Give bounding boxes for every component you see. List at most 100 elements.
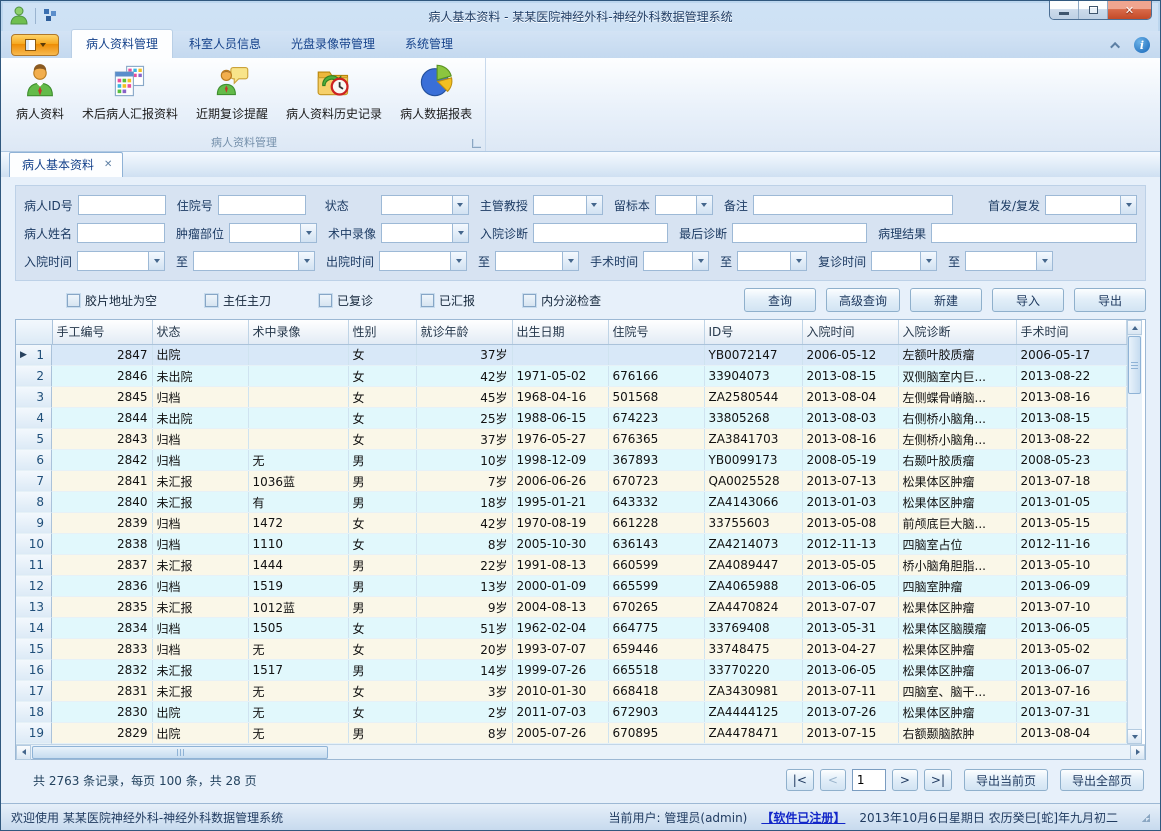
column-header[interactable]: 术中录像 [248,320,348,344]
cell[interactable]: 男 [348,576,416,597]
cell[interactable]: 归档 [152,534,248,555]
cell[interactable]: 22岁 [416,555,512,576]
cell[interactable]: 女 [348,429,416,450]
doc-tab-patient-basic-data[interactable]: 病人基本资料 ✕ [9,152,123,177]
cell[interactable]: 643332 [608,492,704,513]
cell[interactable]: 3岁 [416,681,512,702]
cell[interactable]: 2013-08-22 [1016,429,1126,450]
admission-diagnosis-input[interactable] [533,223,668,243]
combo-dropdown-icon[interactable] [450,252,466,270]
cell[interactable]: 2011-07-03 [512,702,608,723]
cell[interactable]: 松果体区肿瘤 [898,702,1016,723]
cell[interactable]: 2013-05-08 [802,513,898,534]
first-page-button[interactable]: |< [786,769,814,791]
combo-dropdown-icon[interactable] [1036,252,1052,270]
cell[interactable]: 2013-05-05 [802,555,898,576]
surgery-video-combo[interactable] [381,223,469,243]
cell[interactable]: 2013-05-02 [1016,639,1126,660]
cell[interactable]: 2829 [52,723,152,744]
cell[interactable]: 2013-07-18 [1016,471,1126,492]
cell[interactable]: 2841 [52,471,152,492]
cell[interactable]: 右额颞脑脓肿 [898,723,1016,744]
cell[interactable]: 女 [348,534,416,555]
cell[interactable]: 661228 [608,513,704,534]
cell[interactable]: 9岁 [416,597,512,618]
table-row[interactable]: 72841未汇报1036蓝男7岁2006-06-26670723QA002552… [16,471,1126,492]
cell[interactable]: 女 [348,618,416,639]
tumor-site-combo[interactable] [229,223,317,243]
cell[interactable]: 未汇报 [152,597,248,618]
cell[interactable]: 659446 [608,639,704,660]
cell[interactable]: 女 [348,344,416,366]
specimen-combo[interactable] [655,195,713,215]
cell[interactable]: 松果体区肿瘤 [898,639,1016,660]
cell[interactable]: 无 [248,681,348,702]
cell[interactable]: 1998-12-09 [512,450,608,471]
cell[interactable]: 未出院 [152,408,248,429]
cell[interactable]: 7岁 [416,471,512,492]
cell[interactable]: 2010-01-30 [512,681,608,702]
cell[interactable] [248,344,348,366]
cell[interactable]: 归档 [152,387,248,408]
cell[interactable]: ZA4444125 [704,702,802,723]
professor-combo[interactable] [533,195,603,215]
cell[interactable]: 男 [348,555,416,576]
cell[interactable]: 2013-06-05 [1016,618,1126,639]
cell[interactable]: 2013-07-15 [802,723,898,744]
cell[interactable]: 未汇报 [152,660,248,681]
cell[interactable]: 松果体区脑膜瘤 [898,618,1016,639]
cell[interactable]: 双侧脑室内巨... [898,366,1016,387]
row-indicator-cell[interactable]: 11 [16,555,52,576]
surgery-date-to-combo[interactable] [737,251,807,271]
cell[interactable]: 2005-07-26 [512,723,608,744]
cell[interactable]: 未汇报 [152,471,248,492]
discharge-date-from-combo[interactable] [379,251,467,271]
cell[interactable]: 2833 [52,639,152,660]
cell[interactable] [248,387,348,408]
column-header[interactable]: 住院号 [608,320,704,344]
cell[interactable]: 右侧桥小脑角... [898,408,1016,429]
cell[interactable]: 2012-11-13 [802,534,898,555]
cell[interactable]: 2843 [52,429,152,450]
cell[interactable]: 2835 [52,597,152,618]
cell[interactable]: 2013-05-15 [1016,513,1126,534]
table-row[interactable]: 112837未汇报1444男22岁1991-08-13660599ZA40894… [16,555,1126,576]
import-button[interactable]: 导入 [992,288,1064,312]
cell[interactable]: 2013-05-31 [802,618,898,639]
column-header[interactable]: 手术时间 [1016,320,1126,344]
cell[interactable]: 2838 [52,534,152,555]
row-indicator-cell[interactable]: 13 [16,597,52,618]
cell[interactable]: 45岁 [416,387,512,408]
table-row[interactable]: 22846未出院女42岁1971-05-02676166339040732013… [16,366,1126,387]
patient-name-input[interactable] [77,223,165,243]
cell[interactable]: 665518 [608,660,704,681]
cell[interactable]: 女 [348,702,416,723]
next-page-button[interactable]: > [892,769,918,791]
patient-data-button[interactable]: 病人资料 [7,60,73,134]
column-header[interactable]: 状态 [152,320,248,344]
table-row[interactable]: 82840未汇报有男18岁1995-01-21643332ZA414306620… [16,492,1126,513]
cell[interactable]: 归档 [152,450,248,471]
cell[interactable]: 37岁 [416,429,512,450]
cell[interactable]: YB0072147 [704,344,802,366]
query-button[interactable]: 查询 [744,288,816,312]
cell[interactable]: 37岁 [416,344,512,366]
cell[interactable]: 归档 [152,618,248,639]
cell[interactable]: 2013-01-03 [802,492,898,513]
scroll-right-icon[interactable] [1130,745,1145,760]
cell[interactable]: 8岁 [416,723,512,744]
last-page-button[interactable]: >| [924,769,952,791]
cell[interactable]: 42岁 [416,513,512,534]
data-report-button[interactable]: 病人数据报表 [391,60,481,134]
remarks-input[interactable] [753,195,953,215]
cell[interactable]: 14岁 [416,660,512,681]
cell[interactable]: 前颅底巨大脑... [898,513,1016,534]
cell[interactable]: 2006-06-26 [512,471,608,492]
app-menu-button[interactable] [11,34,59,56]
table-row[interactable]: 142834归档1505女51岁1962-02-0466477533769408… [16,618,1126,639]
cell[interactable]: 676365 [608,429,704,450]
cell[interactable]: 8岁 [416,534,512,555]
admit-date-to-combo[interactable] [193,251,315,271]
cell[interactable]: 出院 [152,723,248,744]
cell[interactable]: 无 [248,723,348,744]
